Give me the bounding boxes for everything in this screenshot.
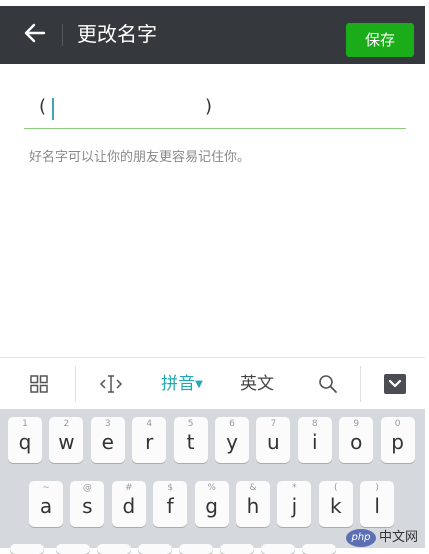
key-hint: *	[292, 483, 297, 493]
title-bar: 更改名字 保存	[0, 6, 425, 64]
key-hint: 7	[270, 419, 277, 429]
key-d[interactable]: # d	[111, 481, 146, 527]
search-icon[interactable]	[310, 358, 346, 410]
ime-toolbar: 拼音▼ 英文	[0, 357, 425, 410]
key-hint: @	[82, 483, 92, 493]
key-letter: q	[18, 430, 32, 454]
key-h[interactable]: & h	[236, 481, 270, 527]
key-hint: (	[334, 483, 338, 493]
key-hint: 4	[146, 419, 153, 429]
key-letter: t	[186, 430, 195, 454]
name-input[interactable]: ( )	[24, 92, 406, 129]
hint-text: 好名字可以让你的朋友更容易记住你。	[29, 150, 251, 165]
back-arrow-icon[interactable]	[22, 20, 48, 46]
cursor-move-icon[interactable]	[92, 358, 130, 410]
key-letter: e	[101, 430, 114, 454]
php-logo: php	[346, 529, 376, 547]
key-hint: 8	[311, 419, 318, 429]
key-hint: 3	[104, 419, 111, 429]
key-e[interactable]: 3e	[90, 417, 125, 463]
save-button[interactable]: 保存	[346, 23, 414, 57]
key-row3-partial[interactable]	[97, 544, 131, 554]
key-row3-partial[interactable]	[10, 544, 44, 554]
key-letter: d	[122, 494, 136, 518]
key-hint: ~	[42, 483, 50, 493]
key-row3-partial[interactable]	[261, 544, 295, 554]
key-hint: 5	[187, 419, 194, 429]
key-k[interactable]: (k	[318, 481, 353, 527]
watermark: php 中文网	[346, 528, 425, 548]
key-hint: &	[249, 483, 257, 493]
tab-pinyin[interactable]: 拼音▼	[152, 358, 212, 410]
key-hint: 6	[229, 419, 235, 429]
key-p[interactable]: 0p	[380, 417, 415, 463]
key-letter: a	[39, 494, 53, 518]
page-title: 更改名字	[77, 22, 157, 46]
key-l[interactable]: ) l	[360, 481, 395, 527]
key-letter: s	[82, 494, 93, 518]
key-hint: 2	[63, 419, 70, 429]
grid-menu-icon[interactable]	[20, 358, 58, 410]
header-divider	[62, 24, 63, 46]
key-y[interactable]: 6y	[215, 417, 249, 463]
key-letter: j	[291, 494, 298, 518]
key-o[interactable]: 9o	[339, 417, 374, 463]
key-letter: r	[145, 430, 154, 454]
key-letter: y	[226, 430, 238, 454]
key-row3-partial[interactable]	[220, 544, 254, 554]
key-w[interactable]: 2w	[49, 417, 84, 463]
key-hint: %	[207, 483, 216, 493]
tab-english[interactable]: 英文	[228, 358, 286, 410]
key-letter: g	[205, 494, 218, 518]
key-letter: o	[350, 430, 363, 454]
key-a[interactable]: ~ a	[29, 481, 63, 527]
key-letter: p	[391, 430, 404, 454]
key-hint: )	[375, 483, 379, 493]
hide-keyboard-icon[interactable]	[378, 358, 412, 410]
key-hint: 0	[394, 419, 401, 429]
key-hint: 1	[22, 419, 28, 429]
key-f[interactable]: $ f	[153, 481, 188, 527]
key-u[interactable]: 7u	[256, 417, 291, 463]
key-row3-partial[interactable]	[56, 544, 90, 554]
key-g[interactable]: % g	[194, 481, 229, 527]
key-letter: i	[312, 430, 318, 454]
key-s[interactable]: @ s	[70, 481, 105, 527]
toolbar-divider	[360, 366, 361, 402]
key-row3-partial[interactable]	[138, 544, 172, 554]
key-r[interactable]: 4r	[132, 417, 167, 463]
key-i[interactable]: 8i	[297, 417, 332, 463]
toolbar-divider	[75, 366, 76, 402]
key-row3-partial[interactable]	[179, 544, 213, 554]
key-letter: h	[246, 494, 260, 518]
key-j[interactable]: * j	[277, 481, 312, 527]
key-hint: 9	[353, 419, 360, 429]
key-letter: f	[166, 494, 174, 518]
key-letter: u	[267, 430, 280, 454]
watermark-text: 中文网	[379, 530, 419, 545]
text-cursor	[52, 98, 54, 120]
key-t[interactable]: 5t	[173, 417, 208, 463]
left-paren: (	[39, 96, 47, 117]
right-paren: )	[205, 96, 213, 117]
key-letter: l	[374, 494, 380, 518]
key-hint: $	[167, 483, 174, 493]
key-q[interactable]: 1q	[8, 417, 42, 463]
dropdown-arrow-icon: ▼	[195, 379, 203, 390]
key-hint: #	[125, 483, 133, 493]
key-letter: k	[330, 494, 342, 518]
key-letter: w	[58, 430, 75, 454]
tab-pinyin-label: 拼音	[161, 374, 196, 394]
key-row3-partial[interactable]	[302, 544, 336, 554]
